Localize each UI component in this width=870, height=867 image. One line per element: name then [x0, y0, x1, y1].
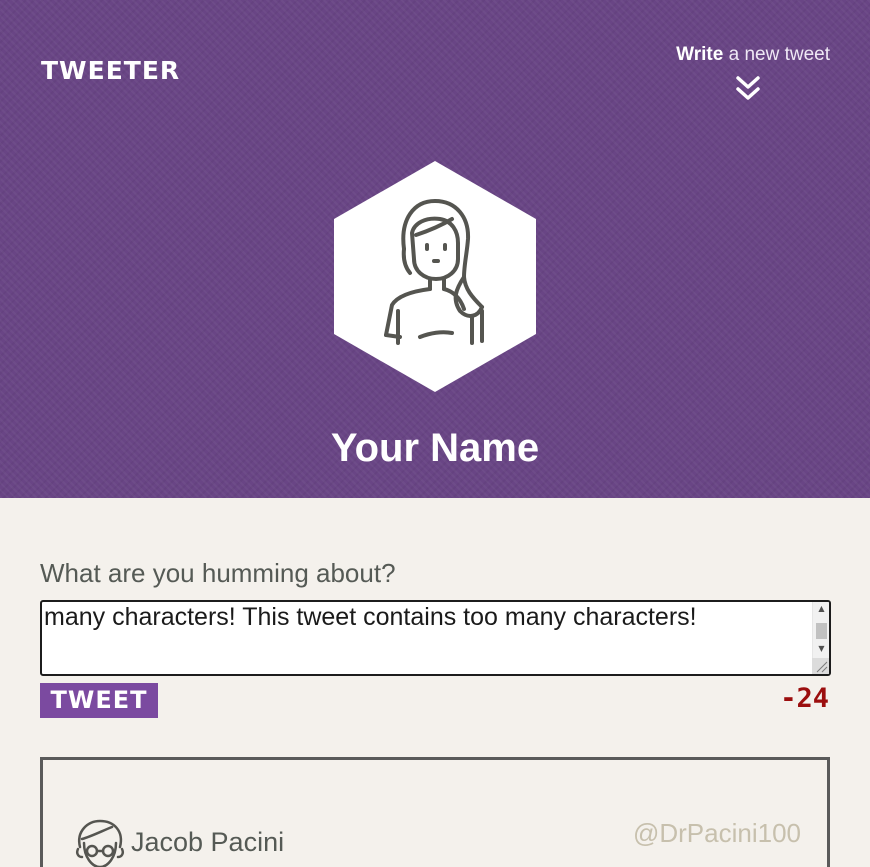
character-counter: -24	[780, 683, 829, 714]
write-new-tweet-toggle[interactable]: Write a new tweet	[650, 44, 830, 100]
profile-avatar	[334, 161, 536, 392]
tweet-textarea-frame[interactable]: This tweet contains too many characters!…	[40, 600, 831, 676]
resize-grip-icon[interactable]	[812, 658, 829, 674]
tweet-submit-button[interactable]: TWEET	[40, 683, 158, 718]
scroll-thumb[interactable]	[816, 623, 827, 639]
compose-prompt: What are you humming about?	[40, 558, 396, 588]
brand-logo: TWEETER	[41, 56, 181, 85]
double-chevron-down-icon[interactable]	[736, 75, 760, 101]
profile-header: TWEETER Write a new tweet Your Name	[0, 0, 870, 498]
man-glasses-avatar-icon	[75, 819, 125, 867]
woman-avatar-icon	[334, 161, 536, 392]
tweet-card: Jacob Pacini @DrPacini100	[40, 757, 830, 867]
write-new-tweet-label[interactable]: Write a new tweet	[650, 44, 830, 66]
tweet-author-name: Jacob Pacini	[131, 827, 285, 857]
scroll-down-arrow-icon[interactable]: ▼	[813, 642, 829, 656]
write-label-strong: Write	[676, 44, 724, 65]
tweet-textarea[interactable]: This tweet contains too many characters!…	[42, 602, 814, 674]
scroll-up-arrow-icon[interactable]: ▲	[813, 602, 829, 616]
tweet-author-handle: @DrPacini100	[632, 818, 801, 848]
profile-name: Your Name	[330, 426, 540, 470]
write-label-rest: a new tweet	[728, 44, 830, 65]
